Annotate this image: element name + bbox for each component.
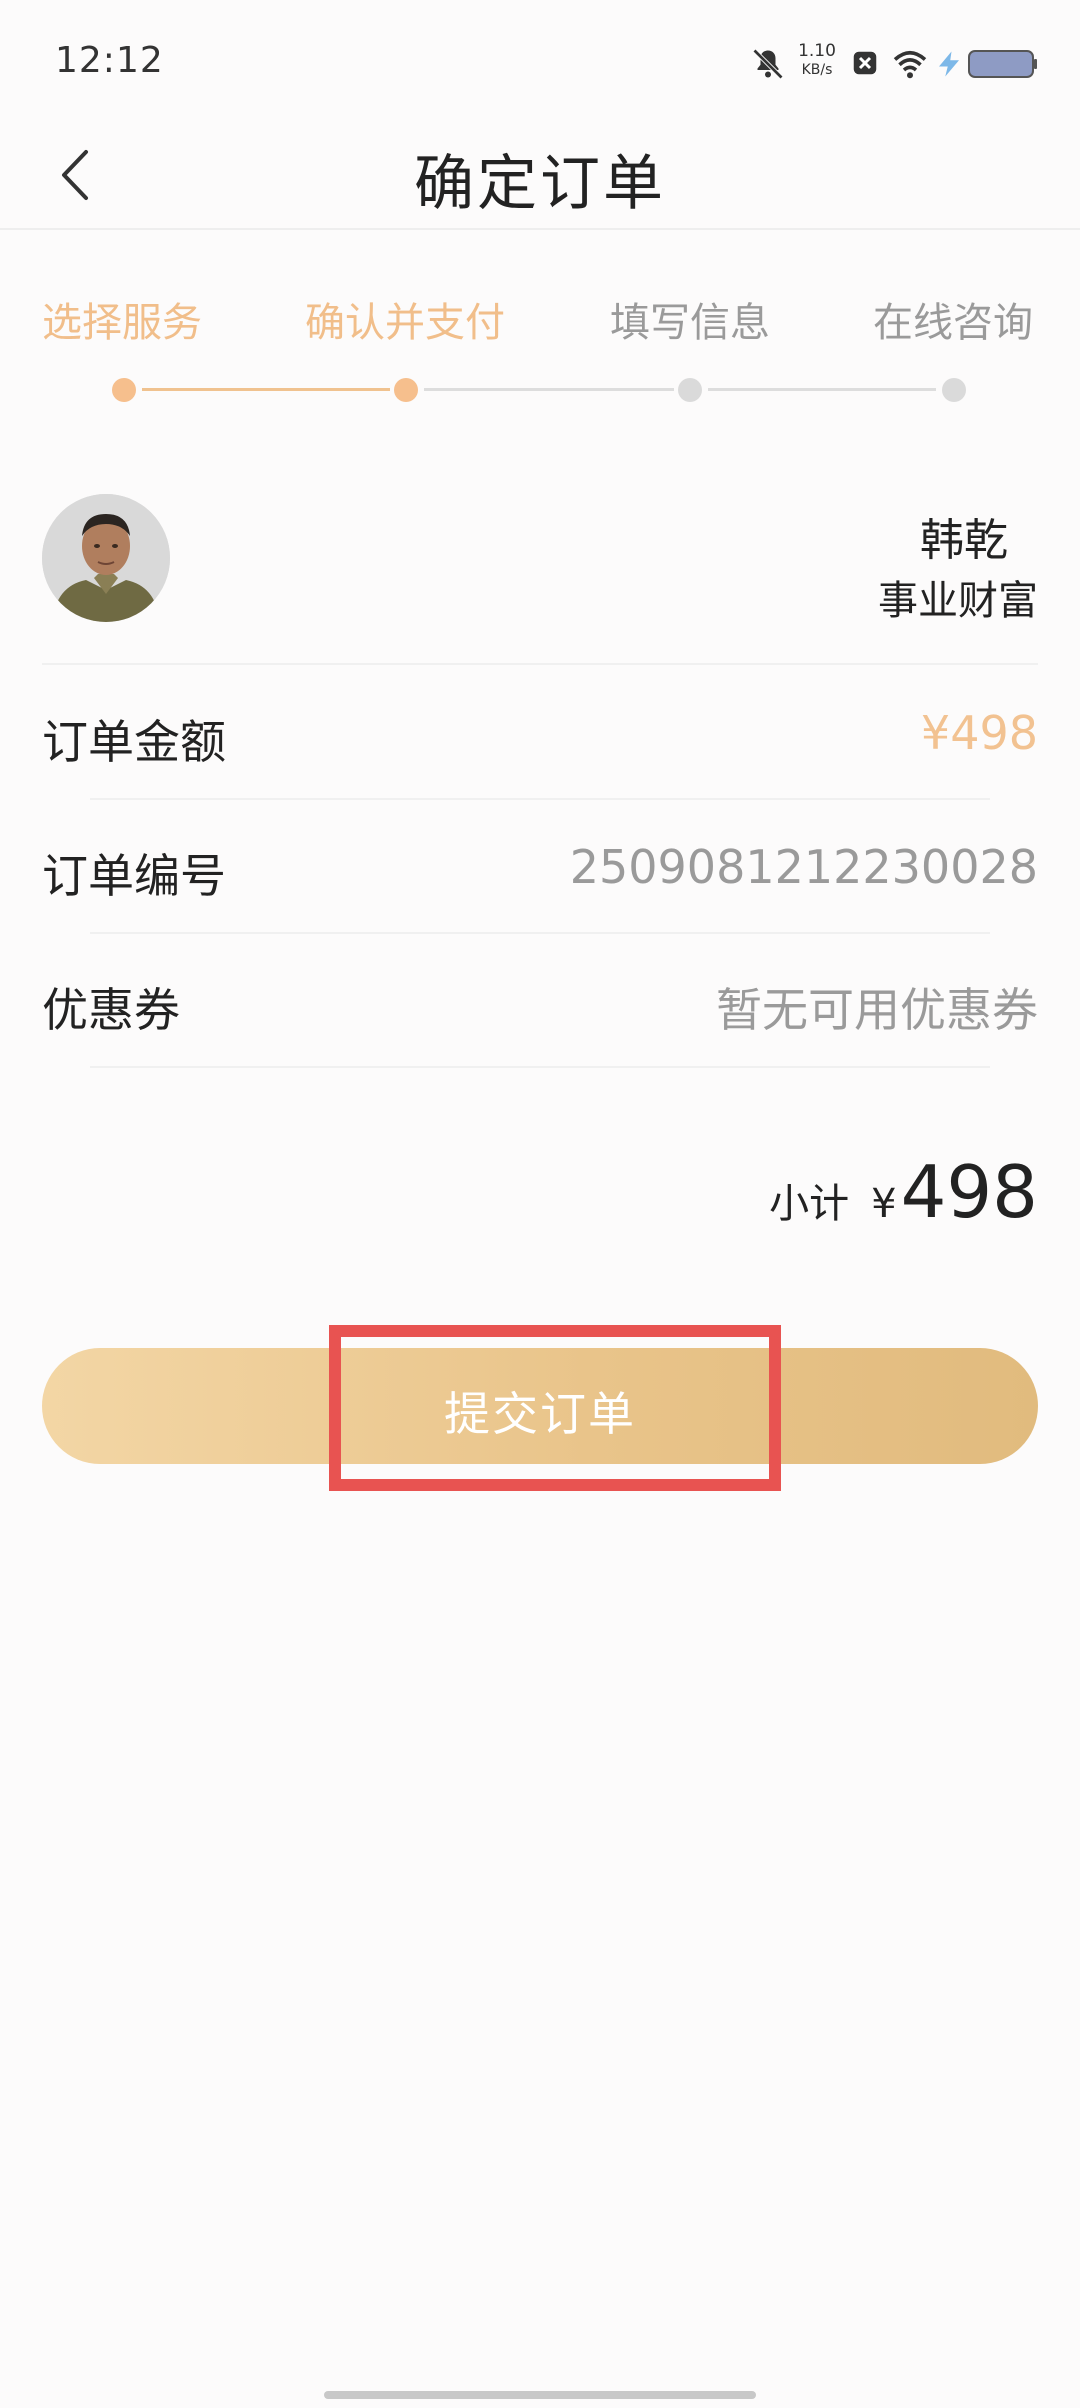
provider-service: 事业财富 — [878, 578, 1038, 624]
order-number-value: 2509081212230028 — [569, 840, 1038, 894]
divider — [90, 1066, 990, 1068]
muted-bell-icon — [752, 48, 784, 80]
step-dot-4 — [942, 378, 966, 402]
page-title: 确定订单 — [414, 149, 666, 219]
subtotal-currency: ¥ — [871, 1181, 897, 1227]
charging-icon — [939, 51, 959, 77]
status-time: 12:12 — [55, 40, 164, 81]
subtotal: 小计 ¥ 498 — [769, 1150, 1038, 1240]
step-connector-3 — [708, 388, 936, 391]
network-speed: 1.10 KB/s — [792, 42, 842, 80]
order-number-label: 订单编号 — [42, 849, 226, 903]
step-label-online-consult: 在线咨询 — [873, 300, 1033, 346]
battery-icon — [968, 50, 1037, 78]
order-amount-label: 订单金额 — [42, 715, 226, 769]
order-steps: 选择服务 确认并支付 填写信息 在线咨询 — [0, 290, 1080, 420]
coupon-row[interactable]: 优惠券 暂无可用优惠券 — [42, 934, 1038, 1068]
step-label-select-service: 选择服务 — [42, 300, 202, 346]
step-label-confirm-pay: 确认并支付 — [305, 300, 505, 346]
highlight-annotation-box — [329, 1325, 781, 1491]
step-connector-2 — [424, 388, 674, 391]
wifi-icon — [893, 50, 927, 79]
order-amount-value: ¥498 — [920, 706, 1038, 760]
avatar — [42, 494, 170, 622]
coupon-label: 优惠券 — [42, 983, 180, 1037]
step-dot-3 — [678, 378, 702, 402]
step-label-fill-info: 填写信息 — [610, 300, 770, 346]
subtotal-label: 小计 — [769, 1181, 850, 1227]
step-dot-1 — [112, 378, 136, 402]
status-bar: 12:12 1.10 KB/s — [0, 0, 1080, 120]
no-sim-icon — [853, 51, 877, 75]
network-speed-unit: KB/s — [801, 62, 833, 78]
network-speed-value: 1.10 — [798, 41, 836, 61]
subtotal-amount: 498 — [900, 1150, 1038, 1234]
nav-bar: 确定订单 — [0, 120, 1080, 230]
order-amount-row: 订单金额 ¥498 — [42, 666, 1038, 800]
home-indicator[interactable] — [324, 2391, 756, 2399]
avatar-image — [42, 494, 170, 622]
step-connector-1 — [142, 388, 390, 391]
order-number-row: 订单编号 2509081212230028 — [42, 800, 1038, 934]
status-icons: 1.10 KB/s — [750, 40, 1040, 88]
provider-name: 韩乾 — [920, 515, 1008, 566]
step-dot-2 — [394, 378, 418, 402]
coupon-value: 暂无可用优惠券 — [716, 983, 1038, 1037]
provider-row: 韩乾 事业财富 — [42, 490, 1038, 665]
